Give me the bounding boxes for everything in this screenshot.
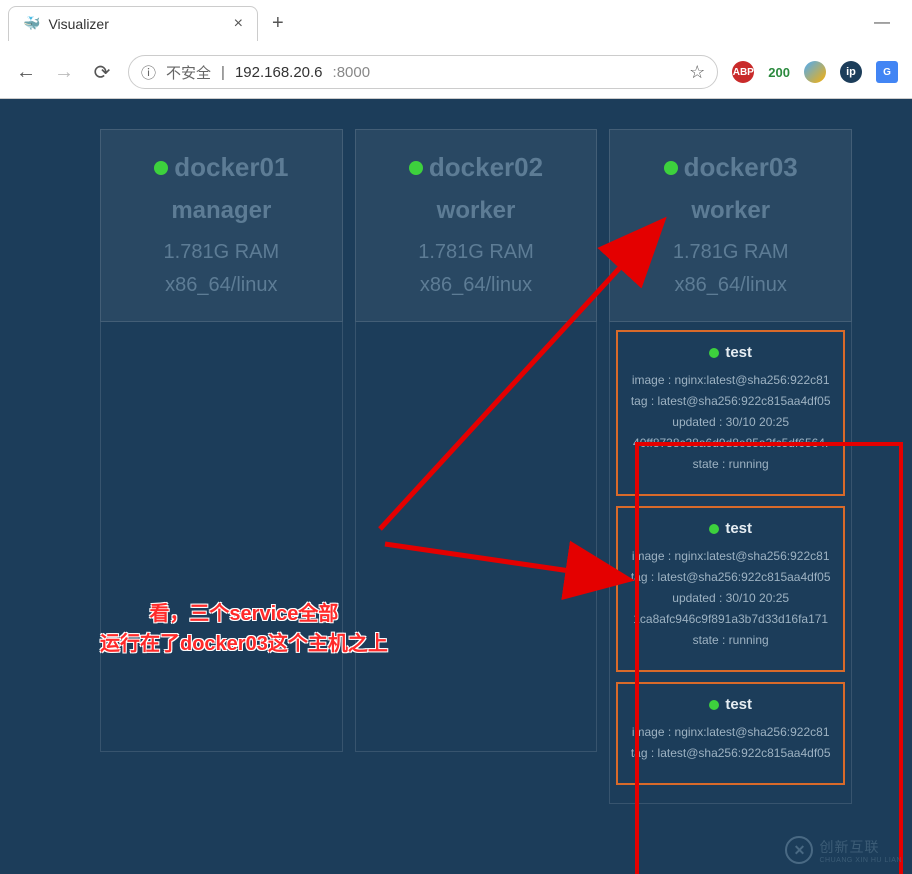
node-arch: x86_64/linux: [620, 274, 841, 297]
node-ram: 1.781G RAM: [366, 241, 587, 264]
abp-extension-icon[interactable]: ABP: [732, 61, 754, 83]
watermark-logo-icon: ✕: [785, 836, 813, 864]
service-tag: tag : latest@sha256:922c815aa4df05: [624, 570, 837, 584]
node-role: worker: [366, 197, 587, 225]
service-image: image : nginx:latest@sha256:922c81: [624, 725, 837, 739]
node-arch: x86_64/linux: [366, 274, 587, 297]
watermark-brand: 创新互联: [819, 837, 902, 857]
minimize-icon[interactable]: —: [874, 14, 890, 32]
service-state: state : running: [624, 457, 837, 471]
status-dot-icon: [154, 161, 168, 175]
status-extension-icon[interactable]: 200: [768, 61, 790, 83]
node-role: worker: [620, 197, 841, 225]
service-id: 1ca8afc946c9f891a3b7d33d16fa171: [624, 612, 837, 626]
service-name: test: [624, 696, 837, 713]
node-docker02: docker02 worker 1.781G RAM x86_64/linux: [355, 129, 598, 804]
service-name: test: [624, 344, 837, 361]
separator: |: [221, 64, 225, 81]
url-input[interactable]: ⓘ 不安全 | 192.168.20.6 :8000 ☆: [128, 55, 718, 89]
reload-button[interactable]: ⟳: [90, 60, 114, 85]
visualizer-page: docker01 manager 1.781G RAM x86_64/linux…: [0, 99, 912, 874]
status-dot-icon: [409, 161, 423, 175]
service-tag: tag : latest@sha256:922c815aa4df05: [624, 394, 837, 408]
browser-chrome: 🐳 Visualizer × + — ← → ⟳ ⓘ 不安全 | 192.168…: [0, 0, 912, 99]
nodes-container: docker01 manager 1.781G RAM x86_64/linux…: [0, 99, 912, 804]
service-card[interactable]: test image : nginx:latest@sha256:922c81 …: [616, 682, 845, 785]
node-title: docker01: [111, 152, 332, 183]
node-role: manager: [111, 197, 332, 225]
info-icon[interactable]: ⓘ: [141, 62, 156, 83]
node-ram: 1.781G RAM: [620, 241, 841, 264]
services-list: test image : nginx:latest@sha256:922c81 …: [609, 322, 852, 804]
service-image: image : nginx:latest@sha256:922c81: [624, 373, 837, 387]
window-controls: —: [874, 14, 904, 32]
status-dot-icon: [709, 700, 719, 710]
node-docker03: docker03 worker 1.781G RAM x86_64/linux …: [609, 129, 852, 804]
address-bar: ← → ⟳ ⓘ 不安全 | 192.168.20.6 :8000 ☆ ABP 20…: [0, 46, 912, 98]
close-tab-icon[interactable]: ×: [234, 15, 243, 33]
services-list: [355, 322, 598, 752]
node-ram: 1.781G RAM: [111, 241, 332, 264]
service-tag: tag : latest@sha256:922c815aa4df05: [624, 746, 837, 760]
service-id: 40ff8738c38a6d9d8e85a3fc5df6564.: [624, 436, 837, 450]
watermark: ✕ 创新互联 CHUANG XIN HU LIAN: [785, 836, 902, 864]
cloud-extension-icon[interactable]: [804, 61, 826, 83]
tab-bar: 🐳 Visualizer × + —: [0, 0, 912, 46]
url-host: 192.168.20.6: [235, 64, 323, 81]
forward-button[interactable]: →: [52, 61, 76, 84]
new-tab-button[interactable]: +: [272, 12, 284, 35]
node-header: docker02 worker 1.781G RAM x86_64/linux: [355, 129, 598, 322]
bookmark-star-icon[interactable]: ☆: [689, 62, 705, 83]
ip-extension-icon[interactable]: ip: [840, 61, 862, 83]
services-list: [100, 322, 343, 752]
node-header: docker01 manager 1.781G RAM x86_64/linux: [100, 129, 343, 322]
status-dot-icon: [709, 348, 719, 358]
node-arch: x86_64/linux: [111, 274, 332, 297]
tab-title: Visualizer: [48, 16, 108, 32]
url-port: :8000: [333, 64, 371, 81]
back-button[interactable]: ←: [14, 61, 38, 84]
node-title: docker02: [366, 152, 587, 183]
browser-tab[interactable]: 🐳 Visualizer ×: [8, 6, 258, 41]
annotation-text: 看，三个service全部 运行在了docker03这个主机之上: [100, 599, 388, 659]
node-header: docker03 worker 1.781G RAM x86_64/linux: [609, 129, 852, 322]
docker-favicon-icon: 🐳: [23, 15, 40, 32]
extension-icons: ABP 200 ip G: [732, 61, 898, 83]
service-image: image : nginx:latest@sha256:922c81: [624, 549, 837, 563]
service-card[interactable]: test image : nginx:latest@sha256:922c81 …: [616, 330, 845, 496]
service-state: state : running: [624, 633, 837, 647]
insecure-label: 不安全: [166, 62, 211, 83]
google-extension-icon[interactable]: G: [876, 61, 898, 83]
status-dot-icon: [664, 161, 678, 175]
service-name: test: [624, 520, 837, 537]
node-title: docker03: [620, 152, 841, 183]
node-docker01: docker01 manager 1.781G RAM x86_64/linux: [100, 129, 343, 804]
status-dot-icon: [709, 524, 719, 534]
service-updated: updated : 30/10 20:25: [624, 415, 837, 429]
service-card[interactable]: test image : nginx:latest@sha256:922c81 …: [616, 506, 845, 672]
service-updated: updated : 30/10 20:25: [624, 591, 837, 605]
watermark-sub: CHUANG XIN HU LIAN: [819, 857, 902, 864]
